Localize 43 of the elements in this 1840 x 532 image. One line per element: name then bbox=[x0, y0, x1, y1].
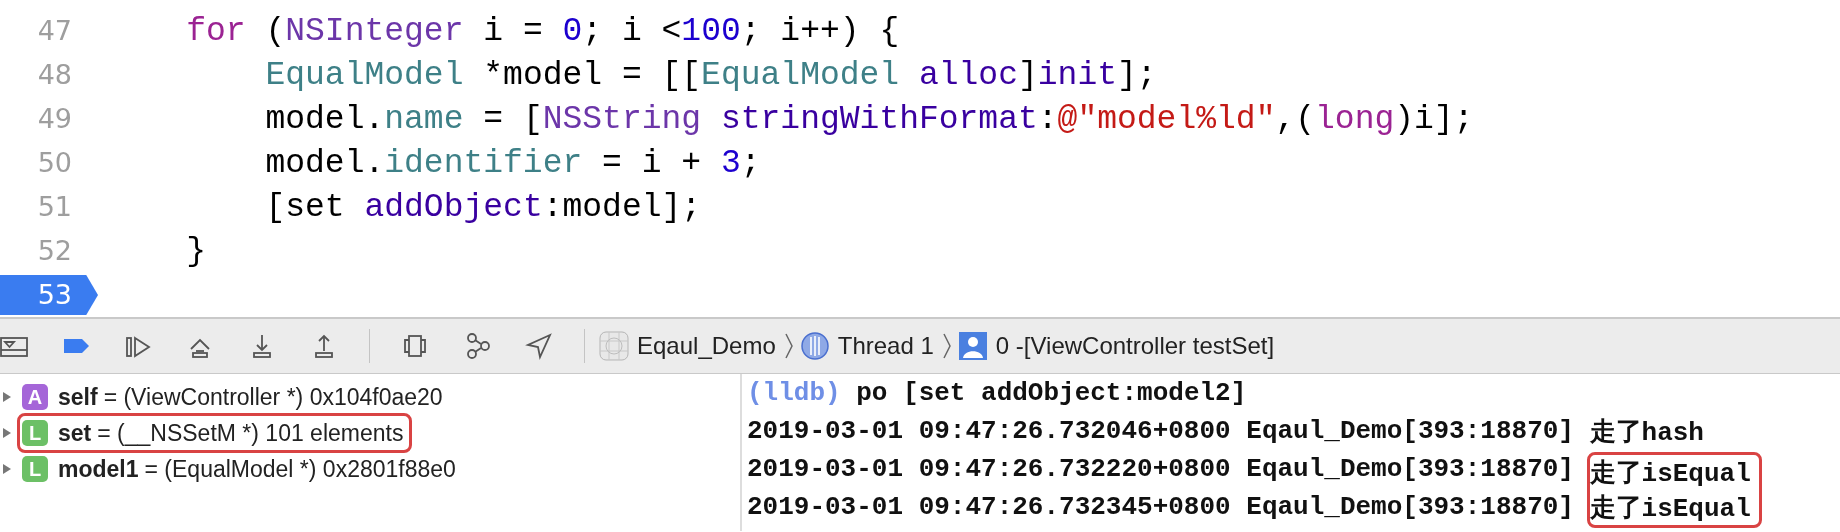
chevron-icon bbox=[941, 332, 952, 360]
breadcrumb-item[interactable]: Eqaul_Demo bbox=[637, 332, 776, 360]
line-number: 47 bbox=[36, 14, 73, 48]
line-number: 49 bbox=[36, 102, 73, 136]
variable-value: = (__NSSetM *) 101 elements bbox=[97, 419, 404, 447]
line-number: 50 bbox=[36, 146, 73, 180]
variable-name: set bbox=[58, 419, 92, 447]
console-command: po [set addObject:model2] bbox=[855, 378, 1247, 408]
variable-name: self bbox=[58, 383, 98, 411]
log-header: 2019-03-01 09:47:26.732220+0800 Eqaul_Demo[393:18870] bbox=[747, 453, 1575, 486]
variable-value: = (ViewController *) 0x104f0ae20 bbox=[103, 383, 443, 411]
person-icon bbox=[957, 331, 988, 361]
variable-badge: A bbox=[22, 384, 48, 410]
variable-badge: L bbox=[22, 456, 48, 482]
variable-name: model1 bbox=[58, 455, 139, 483]
breadcrumb-item[interactable]: 0 -[ViewController testSet] bbox=[995, 332, 1275, 360]
disclosure-triangle-icon[interactable] bbox=[2, 391, 12, 403]
location-arrow-icon[interactable] bbox=[525, 332, 553, 360]
disclosure-triangle-icon[interactable] bbox=[2, 427, 12, 439]
code-line: model.identifier = i + 3; bbox=[264, 144, 761, 182]
code-line: EqualModel *model = [[EqualModel alloc]init]; bbox=[264, 56, 1157, 94]
layers-icon[interactable] bbox=[401, 332, 429, 360]
breakpoint-marker[interactable]: 53 bbox=[0, 275, 98, 315]
breadcrumb-item[interactable]: Thread 1 bbox=[837, 332, 934, 360]
chevron-icon bbox=[783, 332, 794, 360]
log-header: 2019-03-01 09:47:26.732046+0800 Eqaul_Demo[393:18870] bbox=[747, 416, 1575, 446]
line-number: 52 bbox=[36, 234, 73, 268]
log-message: 走了hash bbox=[1589, 416, 1704, 449]
log-header: 2019-03-01 09:47:26.732345+0800 Eqaul_Demo[393:18870] bbox=[747, 491, 1575, 524]
variable-value: = (EqualModel *) 0x2801f88e0 bbox=[144, 455, 456, 483]
line-number: 51 bbox=[36, 190, 73, 224]
code-line: [set addObject:model]; bbox=[264, 188, 702, 226]
line-number: 48 bbox=[36, 58, 73, 92]
code-line: } bbox=[185, 232, 207, 270]
disclosure-triangle-icon[interactable] bbox=[2, 463, 12, 475]
code-line: for (NSInteger i = 0; i <100; i++) { bbox=[185, 12, 900, 50]
thread-icon bbox=[799, 331, 830, 361]
log-message: 走了isEqual bbox=[1589, 493, 1751, 525]
log-message: 走了isEqual bbox=[1589, 458, 1751, 490]
variable-badge: L bbox=[22, 420, 48, 446]
console-prompt: (lldb) bbox=[747, 378, 841, 408]
code-line: model.name = [NSString stringWithFormat:@"model%ld",(long)i]; bbox=[264, 100, 1474, 138]
app-icon bbox=[599, 331, 629, 361]
